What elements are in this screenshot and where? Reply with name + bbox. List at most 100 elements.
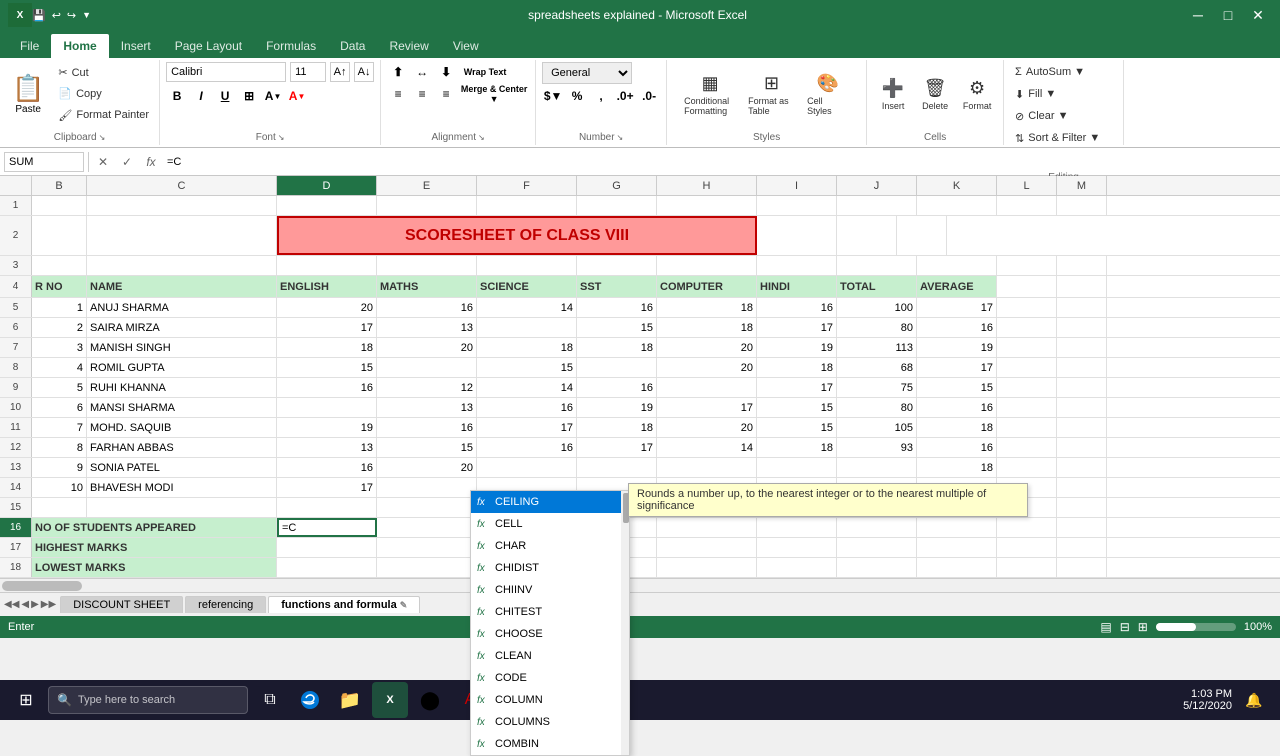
font-size-input[interactable] (290, 62, 326, 82)
start-button[interactable]: ⊞ (8, 682, 44, 718)
cell-c8[interactable]: ROMIL GUPTA (87, 358, 277, 377)
cell-d15[interactable] (277, 498, 377, 517)
cell-m3[interactable] (1057, 256, 1107, 275)
zoom-slider[interactable] (1156, 623, 1236, 631)
cell-b3[interactable] (32, 256, 87, 275)
cell-e3[interactable] (377, 256, 477, 275)
cell-i5[interactable]: 16 (757, 298, 837, 317)
cut-button[interactable]: ✂Cut (54, 63, 153, 83)
alignment-expand-icon[interactable]: ↘ (478, 133, 485, 142)
view-page-break[interactable]: ⊞ (1138, 620, 1148, 634)
autocomplete-item-combin[interactable]: fx COMBIN (471, 733, 629, 755)
cell-b11[interactable]: 7 (32, 418, 87, 437)
autocomplete-item-chitest[interactable]: fx CHITEST (471, 601, 629, 623)
autocomplete-item-column[interactable]: fx COLUMN (471, 689, 629, 711)
cell-c6[interactable]: SAIRA MIRZA (87, 318, 277, 337)
percent-button[interactable]: % (566, 86, 588, 106)
cell-c7[interactable]: MANISH SINGH (87, 338, 277, 357)
cell-m16[interactable] (1057, 518, 1107, 537)
view-layout[interactable]: ⊟ (1120, 620, 1130, 634)
cell-j9[interactable]: 75 (837, 378, 917, 397)
cell-g6[interactable]: 15 (577, 318, 657, 337)
autocomplete-item-clean[interactable]: fx CLEAN (471, 645, 629, 667)
cell-i11[interactable]: 15 (757, 418, 837, 437)
cell-l17[interactable] (997, 538, 1057, 557)
cell-d11[interactable]: 19 (277, 418, 377, 437)
cell-e14[interactable] (377, 478, 477, 497)
cell-j6[interactable]: 80 (837, 318, 917, 337)
sheet-scroll-right[interactable]: ▶▶ (41, 599, 56, 610)
cell-b5[interactable]: 1 (32, 298, 87, 317)
cell-i8[interactable]: 18 (757, 358, 837, 377)
quick-save[interactable]: 💾 (32, 9, 46, 22)
cell-h1[interactable] (657, 196, 757, 215)
autocomplete-item-char[interactable]: fx CHAR (471, 535, 629, 557)
cell-e17[interactable] (377, 538, 477, 557)
cell-k6[interactable]: 16 (917, 318, 997, 337)
cell-i13[interactable] (757, 458, 837, 477)
cell-i4[interactable]: HINDI (757, 276, 837, 297)
cell-m12[interactable] (1057, 438, 1107, 457)
cell-d8[interactable]: 15 (277, 358, 377, 377)
col-header-g[interactable]: G (577, 176, 657, 195)
edge-button[interactable] (292, 682, 328, 718)
cell-l3[interactable] (997, 256, 1057, 275)
tab-data[interactable]: Data (328, 34, 377, 58)
cell-e1[interactable] (377, 196, 477, 215)
border-button[interactable]: ⊞ (238, 86, 260, 106)
cell-j7[interactable]: 113 (837, 338, 917, 357)
cell-l8[interactable] (997, 358, 1057, 377)
cell-g11[interactable]: 18 (577, 418, 657, 437)
cell-c1[interactable] (87, 196, 277, 215)
cell-h8[interactable]: 20 (657, 358, 757, 377)
align-bottom-button[interactable]: ⬇ (435, 62, 457, 82)
cell-l6[interactable] (997, 318, 1057, 337)
currency-button[interactable]: $▼ (542, 86, 564, 106)
cell-c10[interactable]: MANSI SHARMA (87, 398, 277, 417)
cell-h7[interactable]: 20 (657, 338, 757, 357)
cell-g13[interactable] (577, 458, 657, 477)
cell-d12[interactable]: 13 (277, 438, 377, 457)
horizontal-scrollbar[interactable] (0, 578, 1280, 592)
cell-m17[interactable] (1057, 538, 1107, 557)
decrease-font-button[interactable]: A↓ (354, 62, 374, 82)
cell-m7[interactable] (1057, 338, 1107, 357)
cell-f10[interactable]: 16 (477, 398, 577, 417)
view-normal[interactable]: ▤ (1100, 620, 1111, 634)
cell-f7[interactable]: 18 (477, 338, 577, 357)
cell-h10[interactable]: 17 (657, 398, 757, 417)
cell-b2[interactable] (32, 216, 87, 255)
tab-page-layout[interactable]: Page Layout (163, 34, 254, 58)
autocomplete-item-code[interactable]: fx CODE (471, 667, 629, 689)
cell-f8[interactable]: 15 (477, 358, 577, 377)
cell-l12[interactable] (997, 438, 1057, 457)
cell-styles-button[interactable]: 🎨 Cell Styles (803, 62, 853, 126)
cell-k16[interactable] (917, 518, 997, 537)
col-header-j[interactable]: J (837, 176, 917, 195)
cell-i3[interactable] (757, 256, 837, 275)
cell-e8[interactable] (377, 358, 477, 377)
cell-c4[interactable]: NAME (87, 276, 277, 297)
cell-k11[interactable]: 18 (917, 418, 997, 437)
col-header-i[interactable]: I (757, 176, 837, 195)
autocomplete-item-choose[interactable]: fx CHOOSE (471, 623, 629, 645)
maximize-button[interactable]: □ (1214, 5, 1242, 25)
comma-button[interactable]: , (590, 86, 612, 106)
cell-c15[interactable] (87, 498, 277, 517)
merge-center-button[interactable]: Merge & Center ▼ (459, 84, 529, 104)
cell-k7[interactable]: 19 (917, 338, 997, 357)
file-explorer-button[interactable]: 📁 (332, 682, 368, 718)
cell-k8[interactable]: 17 (917, 358, 997, 377)
align-center-button[interactable]: ≡ (411, 84, 433, 104)
cell-j12[interactable]: 93 (837, 438, 917, 457)
cell-i18[interactable] (757, 558, 837, 577)
autocomplete-item-columns[interactable]: fx COLUMNS (471, 711, 629, 733)
cell-j16[interactable] (837, 518, 917, 537)
cell-e6[interactable]: 13 (377, 318, 477, 337)
number-format-select[interactable]: General Number Currency Percentage (542, 62, 632, 84)
cell-b8[interactable]: 4 (32, 358, 87, 377)
cell-d13[interactable]: 16 (277, 458, 377, 477)
cell-g4[interactable]: SST (577, 276, 657, 297)
cell-e9[interactable]: 12 (377, 378, 477, 397)
cell-f3[interactable] (477, 256, 577, 275)
